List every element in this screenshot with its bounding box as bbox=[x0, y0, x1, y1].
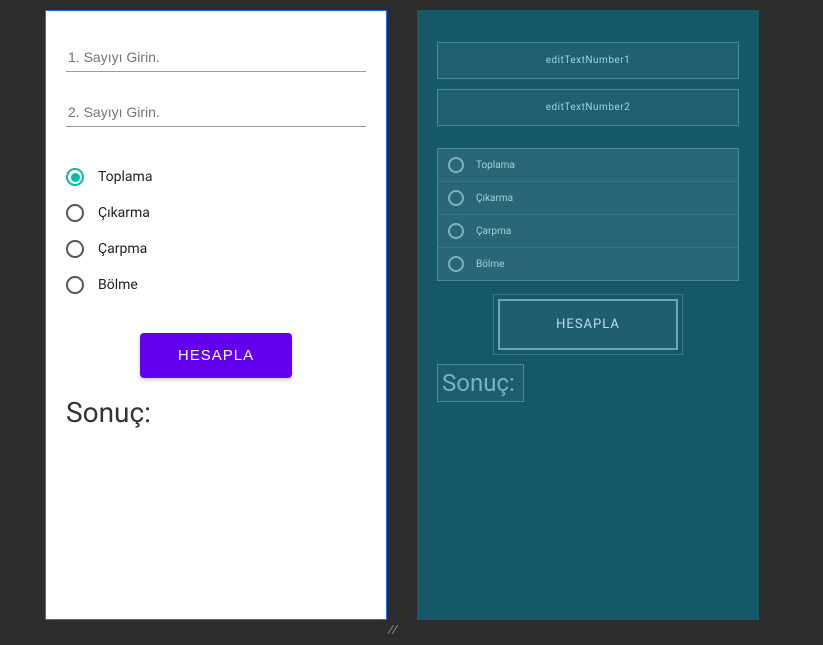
radio-label: Çıkarma bbox=[476, 193, 513, 204]
design-preview-pane: Toplama Çıkarma Çarpma Bölme HESAPLA Son… bbox=[45, 10, 387, 620]
radio-unselected-icon bbox=[66, 204, 84, 222]
blueprint-radio-toplama[interactable]: Toplama bbox=[438, 149, 738, 182]
blueprint-radio-group: Toplama Çıkarma Çarpma Bölme bbox=[437, 148, 739, 281]
radio-selected-icon bbox=[66, 168, 84, 186]
number-input-2[interactable] bbox=[66, 96, 366, 127]
radio-unselected-icon bbox=[66, 240, 84, 258]
radio-label: Çarpma bbox=[476, 226, 511, 237]
result-label: Sonuç: bbox=[66, 396, 366, 429]
blueprint-radio-bolme[interactable]: Bölme bbox=[438, 248, 738, 280]
radio-outline-icon bbox=[448, 256, 464, 272]
number-input-1[interactable] bbox=[66, 41, 366, 72]
blueprint-preview-pane: editTextNumber1 editTextNumber2 Toplama … bbox=[417, 10, 759, 620]
radio-label: Çarpma bbox=[98, 241, 147, 257]
radio-bolme[interactable]: Bölme bbox=[66, 267, 366, 303]
radio-label: Bölme bbox=[98, 277, 138, 293]
radio-outline-icon bbox=[448, 223, 464, 239]
blueprint-input-1[interactable]: editTextNumber1 bbox=[437, 42, 739, 79]
radio-outline-icon bbox=[448, 190, 464, 206]
radio-outline-icon bbox=[448, 157, 464, 173]
blueprint-radio-carpma[interactable]: Çarpma bbox=[438, 215, 738, 248]
calculate-button[interactable]: HESAPLA bbox=[140, 333, 292, 378]
radio-label: Çıkarma bbox=[98, 205, 150, 221]
blueprint-result-label: Sonuç: bbox=[437, 364, 524, 402]
blueprint-calculate-button[interactable]: HESAPLA bbox=[498, 299, 678, 350]
blueprint-radio-cikarma[interactable]: Çıkarma bbox=[438, 182, 738, 215]
blueprint-input-2[interactable]: editTextNumber2 bbox=[437, 89, 739, 126]
radio-unselected-icon bbox=[66, 276, 84, 294]
radio-toplama[interactable]: Toplama bbox=[66, 159, 366, 195]
operation-radio-group: Toplama Çıkarma Çarpma Bölme bbox=[66, 159, 366, 303]
radio-label: Toplama bbox=[476, 160, 515, 171]
radio-carpma[interactable]: Çarpma bbox=[66, 231, 366, 267]
radio-label: Toplama bbox=[98, 169, 152, 185]
resize-handle-icon[interactable]: ⁄⁄ bbox=[387, 620, 396, 639]
radio-label: Bölme bbox=[476, 259, 504, 270]
radio-cikarma[interactable]: Çıkarma bbox=[66, 195, 366, 231]
